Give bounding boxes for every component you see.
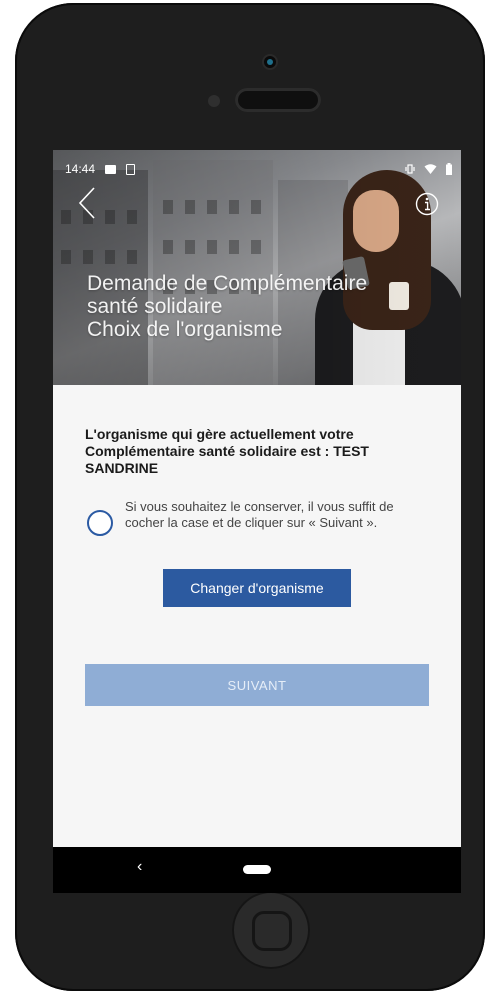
sensor-dot-icon: [208, 95, 220, 107]
front-camera-icon: [264, 56, 276, 68]
vibrate-icon: [405, 164, 415, 174]
page-title-line: Demande de Complémentaire: [87, 272, 368, 295]
hardware-home-button[interactable]: [232, 891, 310, 969]
info-circle-icon[interactable]: [415, 192, 439, 216]
earpiece-speaker-icon: [235, 88, 321, 112]
file-icon: [126, 163, 136, 175]
hero-banner: 14:44 Demande de Complémentaire santé so…: [53, 150, 461, 385]
keep-organism-radio[interactable]: [87, 510, 113, 536]
page-title: Demande de Complémentaire santé solidair…: [87, 272, 457, 341]
wifi-icon: [424, 164, 437, 174]
next-button[interactable]: SUIVANT: [85, 664, 429, 706]
battery-icon: [446, 163, 452, 175]
home-pill-icon[interactable]: [243, 865, 271, 874]
app-screen: 14:44 Demande de Complémentaire santé so…: [53, 150, 461, 893]
page-title-line: Choix de l'organisme: [87, 318, 283, 341]
nav-back-button[interactable]: ‹: [137, 858, 142, 876]
image-icon: [105, 164, 117, 174]
current-organism-text: L'organisme qui gère actuellement votre …: [85, 426, 369, 476]
chevron-left-icon[interactable]: [77, 186, 97, 220]
keep-organism-label: Si vous souhaitez le conserver, il vous …: [125, 499, 394, 530]
page-title-line: santé solidaire: [87, 295, 223, 318]
change-organism-button[interactable]: Changer d'organisme: [163, 569, 351, 607]
status-time: 14:44: [65, 162, 96, 176]
android-navigation-bar: ‹: [53, 847, 461, 893]
status-bar: 14:44: [65, 160, 453, 178]
